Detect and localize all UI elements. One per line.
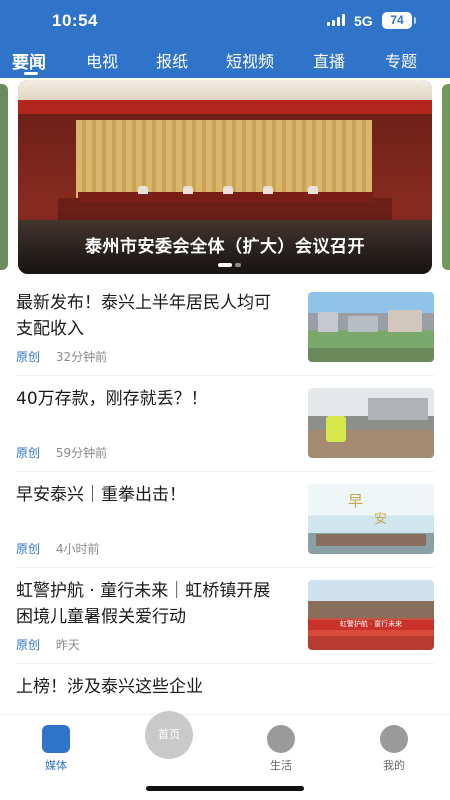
nav-label: 生活 bbox=[270, 759, 292, 772]
original-tag: 原创 bbox=[16, 542, 41, 556]
news-thumbnail: 虹警护航 · 童行未来 bbox=[308, 580, 434, 650]
nav-mine[interactable]: 我的 bbox=[364, 725, 424, 773]
carousel-dot-active bbox=[218, 262, 232, 267]
home-indicator bbox=[146, 786, 304, 791]
tab-duanshipin[interactable]: 短视频 bbox=[226, 48, 274, 72]
news-title: 早安泰兴｜重拳出击！ bbox=[16, 485, 186, 505]
news-time: 4小时前 bbox=[55, 542, 100, 556]
original-tag: 原创 bbox=[16, 446, 41, 460]
news-meta: 原创 昨天 bbox=[16, 636, 80, 653]
active-tab-indicator bbox=[24, 72, 38, 75]
news-thumbnail bbox=[308, 388, 434, 458]
news-title: 最新发布！泰兴上半年居民人均可支配收入 bbox=[16, 293, 271, 339]
news-item[interactable]: 虹警护航 · 童行未来｜虹桥镇开展困境儿童暑假关爱行动 原创 昨天 虹警护航 ·… bbox=[16, 568, 434, 664]
status-bar: 10:54 5G 74 bbox=[0, 0, 450, 44]
home-icon: 首页 bbox=[145, 711, 193, 759]
carousel-prev-slide[interactable] bbox=[0, 84, 8, 270]
news-meta: 原创 59分钟前 bbox=[16, 444, 107, 461]
thumb-text: 安 bbox=[374, 512, 388, 527]
thumb-building bbox=[388, 310, 422, 332]
original-tag: 原创 bbox=[16, 350, 41, 364]
thumb-worker bbox=[326, 416, 346, 442]
news-time: 昨天 bbox=[55, 638, 80, 652]
news-item[interactable]: 40万存款，刚存就丢？！ 原创 59分钟前 bbox=[16, 376, 434, 472]
tab-yaowen[interactable]: 要闻 bbox=[12, 48, 46, 73]
news-item[interactable]: 最新发布！泰兴上半年居民人均可支配收入 原创 32分钟前 bbox=[16, 280, 434, 376]
thumb-building bbox=[348, 316, 378, 332]
thumb-banner: 虹警护航 · 童行未来 bbox=[308, 620, 434, 630]
carousel-next-slide[interactable] bbox=[442, 84, 450, 270]
profile-icon bbox=[380, 725, 408, 753]
news-thumbnail bbox=[308, 292, 434, 362]
tab-zhibo[interactable]: 直播 bbox=[313, 48, 345, 72]
battery-icon: 74 bbox=[382, 12, 416, 29]
tab-dianshi[interactable]: 电视 bbox=[86, 48, 118, 72]
network-label: 5G bbox=[354, 13, 373, 29]
slide-person bbox=[308, 186, 318, 194]
thumb-car bbox=[368, 398, 428, 420]
slide-person bbox=[263, 186, 273, 194]
slide-person bbox=[223, 186, 233, 194]
media-icon bbox=[42, 725, 70, 753]
slide-person bbox=[183, 186, 193, 194]
signal-icon bbox=[327, 14, 347, 26]
carousel-slide[interactable]: 泰州市安委会全体（扩大）会议召开 bbox=[18, 80, 432, 274]
tab-baozhi[interactable]: 报纸 bbox=[156, 48, 188, 72]
nav-label: 我的 bbox=[383, 759, 405, 772]
headline-carousel[interactable]: 泰州市安委会全体（扩大）会议召开 bbox=[0, 80, 450, 274]
nav-home[interactable]: 首页 bbox=[139, 711, 199, 759]
news-meta: 原创 4小时前 bbox=[16, 540, 99, 557]
slide-person bbox=[138, 186, 148, 194]
news-thumbnail: 早 安 bbox=[308, 484, 434, 554]
slide-banner bbox=[18, 100, 432, 114]
news-title: 40万存款，刚存就丢？！ bbox=[16, 389, 208, 409]
thumb-text: 早 bbox=[348, 492, 364, 510]
carousel-dot bbox=[235, 262, 241, 267]
carousel-dots bbox=[218, 256, 244, 267]
original-tag: 原创 bbox=[16, 638, 41, 652]
life-icon bbox=[267, 725, 295, 753]
channel-tabs: 要闻 电视 报纸 短视频 直播 专题 bbox=[0, 44, 450, 78]
nav-media[interactable]: 媒体 bbox=[26, 725, 86, 773]
thumb-skyline bbox=[316, 534, 426, 546]
news-time: 32分钟前 bbox=[55, 350, 108, 364]
news-title: 上榜！涉及泰兴这些企业 bbox=[16, 677, 203, 697]
news-meta: 原创 32分钟前 bbox=[16, 348, 107, 365]
tab-zhuanti[interactable]: 专题 bbox=[385, 48, 417, 72]
app-header: 10:54 5G 74 要闻 电视 报纸 短视频 直播 专题 bbox=[0, 0, 450, 78]
carousel-caption: 泰州市安委会全体（扩大）会议召开 bbox=[85, 237, 365, 257]
news-title: 虹警护航 · 童行未来｜虹桥镇开展困境儿童暑假关爱行动 bbox=[16, 581, 271, 627]
nav-life[interactable]: 生活 bbox=[251, 725, 311, 773]
status-time: 10:54 bbox=[52, 11, 98, 30]
news-time: 59分钟前 bbox=[55, 446, 108, 460]
news-item[interactable]: 早安泰兴｜重拳出击！ 原创 4小时前 早 安 bbox=[16, 472, 434, 568]
nav-label: 媒体 bbox=[45, 759, 67, 772]
thumb-building bbox=[318, 312, 338, 332]
